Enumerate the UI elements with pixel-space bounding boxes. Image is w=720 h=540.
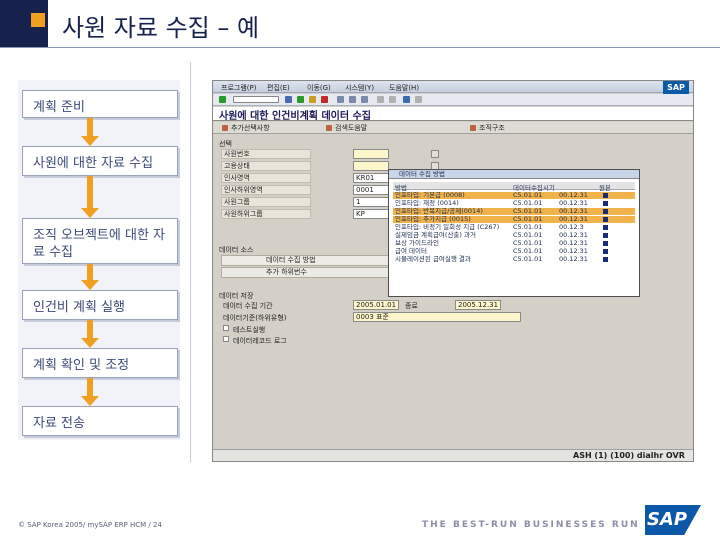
test-run-label: 테스트실행 bbox=[233, 326, 266, 334]
menu-program[interactable]: 프로그램(P) bbox=[221, 83, 256, 93]
field-label-employee-subgroup: 사원하위그룹 bbox=[221, 209, 311, 219]
table-row[interactable]: 인포타입: 기본급 (0008) C5.01.01 00.12.31 bbox=[393, 192, 635, 199]
menu-bar: 프로그램(P) 편집(E) 이동(G) 시스템(Y) 도움말(H) SAP bbox=[213, 81, 693, 95]
search-help-button[interactable]: 검색도움말 bbox=[325, 123, 367, 133]
table-row[interactable]: 실제임금 계획급여(산출) 과거 C5.01.01 00.12.31 bbox=[393, 232, 635, 239]
test-run-checkbox[interactable] bbox=[223, 325, 229, 331]
period-label: 데이터 수집 기간 bbox=[223, 302, 273, 310]
arrow-down-icon bbox=[81, 176, 99, 218]
personnel-number-input[interactable] bbox=[353, 149, 389, 159]
menu-edit[interactable]: 편집(E) bbox=[267, 83, 290, 93]
col-origin: 원본 bbox=[599, 184, 611, 192]
sap-logo-large: SAP bbox=[645, 505, 701, 535]
arrow-down-icon bbox=[81, 378, 99, 406]
table-row[interactable]: 인포타입: 반복지급/공제(0014) C5.01.01 00.12.31 bbox=[393, 208, 635, 215]
standard-toolbar bbox=[213, 94, 693, 106]
application-toolbar: 추가선택사항 검색도움말 조직구조 bbox=[213, 122, 693, 134]
employee-group-input[interactable]: 1 bbox=[353, 197, 389, 207]
checkbox-icon[interactable] bbox=[603, 257, 608, 262]
header-accent-square bbox=[31, 13, 45, 27]
employee-subgroup-input[interactable]: KP bbox=[353, 209, 389, 219]
period-to-input[interactable]: 2005.12.31 bbox=[455, 300, 501, 310]
back-icon[interactable] bbox=[297, 96, 304, 103]
layout-icon[interactable] bbox=[415, 96, 422, 103]
datastore-section-title: 데이터 저장 bbox=[219, 292, 254, 300]
command-field[interactable] bbox=[233, 96, 279, 103]
checkbox-icon[interactable] bbox=[603, 217, 608, 222]
collection-method-popup: 데이터 수집 방법 방법 데이터수집시기 원본 인포타입: 기본급 (0008)… bbox=[388, 169, 640, 297]
field-label-employee-group: 사원그룹 bbox=[221, 197, 311, 207]
exit-icon[interactable] bbox=[309, 96, 316, 103]
field-label-personnel-number: 사원번호 bbox=[221, 149, 311, 159]
print-icon[interactable] bbox=[337, 96, 344, 103]
sap-logo: SAP bbox=[663, 81, 689, 95]
record-log-label: 데이터레코드 로그 bbox=[233, 337, 287, 345]
basis-label: 데이터기준(하위유형) bbox=[223, 314, 287, 322]
checkbox-icon[interactable] bbox=[603, 209, 608, 214]
table-row[interactable]: 시뮬레이션된 급여실행 결과 C5.01.01 00.12.31 bbox=[393, 256, 635, 263]
status-bar: ASH (1) (100) dialhr OVR bbox=[213, 449, 693, 461]
status-info: ASH (1) (100) dialhr OVR bbox=[573, 451, 685, 460]
personnel-subarea-input[interactable]: 0001 bbox=[353, 185, 389, 195]
more-selections-button[interactable]: 추가선택사항 bbox=[221, 123, 270, 133]
menu-system[interactable]: 시스템(Y) bbox=[345, 83, 374, 93]
menu-goto[interactable]: 이동(G) bbox=[307, 83, 331, 93]
employment-status-input[interactable] bbox=[353, 161, 389, 171]
step-transfer-data: 자료 전송 bbox=[22, 406, 178, 436]
arrow-down-icon bbox=[81, 264, 99, 290]
record-log-checkbox[interactable] bbox=[223, 336, 229, 342]
menu-help[interactable]: 도움말(H) bbox=[389, 83, 419, 93]
period-to-label: 종료 bbox=[405, 302, 418, 310]
enter-icon[interactable] bbox=[219, 96, 226, 103]
page-icon[interactable] bbox=[361, 96, 368, 103]
help-icon[interactable] bbox=[403, 96, 410, 103]
cancel-icon[interactable] bbox=[321, 96, 328, 103]
header-divider bbox=[0, 47, 720, 48]
checkbox-icon[interactable] bbox=[603, 193, 608, 198]
step-plan-prep: 계획 준비 bbox=[22, 90, 178, 118]
footer-tagline: THE BEST-RUN BUSINESSES RUN SAP bbox=[422, 520, 671, 530]
vertical-divider bbox=[190, 62, 191, 462]
arrow-down-icon bbox=[81, 118, 99, 146]
checkbox-icon[interactable] bbox=[603, 201, 608, 206]
datasource-section-title: 데이터 소스 bbox=[219, 246, 254, 254]
step-check-adjust: 계획 확인 및 조정 bbox=[22, 348, 178, 378]
slide-title: 사원 자료 수집 – 예 bbox=[62, 14, 260, 42]
step-employee-data: 사원에 대한 자료 수집 bbox=[22, 146, 178, 176]
field-label-personnel-subarea: 인사하위영역 bbox=[221, 185, 311, 195]
arrow-down-icon bbox=[81, 320, 99, 348]
popup-title: 데이터 수집 방법 bbox=[389, 170, 639, 179]
field-label-personnel-area: 인사영역 bbox=[221, 173, 311, 183]
selection-section-title: 선택 bbox=[219, 140, 232, 148]
basis-select[interactable]: 0003 표준 bbox=[353, 312, 521, 322]
table-row[interactable]: 인포타입: 추가지급 (0015) C5.01.01 00.12.31 bbox=[393, 216, 635, 223]
step-run-cost-plan: 인건비 계획 실행 bbox=[22, 290, 178, 320]
step-org-object-data: 조직 오브젝트에 대한 자료 수집 bbox=[22, 218, 178, 264]
field-label-employment-status: 고용상태 bbox=[221, 161, 311, 171]
multiple-selection-icon[interactable] bbox=[431, 150, 439, 158]
screen-title-bar: 사원에 대한 인건비계획 데이터 수집 bbox=[213, 107, 693, 122]
checkbox-icon[interactable] bbox=[603, 249, 608, 254]
table-row[interactable]: 급여 데이터 C5.01.01 00.12.31 bbox=[393, 248, 635, 255]
footer-copyright: © SAP Korea 2005/ mySAP ERP HCM / 24 bbox=[18, 521, 162, 529]
checkbox-icon[interactable] bbox=[603, 241, 608, 246]
save-icon[interactable] bbox=[285, 96, 292, 103]
screen-title: 사원에 대한 인건비계획 데이터 수집 bbox=[219, 111, 371, 122]
table-row[interactable]: 인포타입: 재정 (0014) C5.01.01 00.12.31 bbox=[393, 200, 635, 207]
org-structure-button[interactable]: 조직구조 bbox=[469, 123, 505, 133]
period-from-input[interactable]: 2005.01.01 bbox=[353, 300, 399, 310]
table-row[interactable]: 보상 가이드라인 C5.01.01 00.12.31 bbox=[393, 240, 635, 247]
session-icon[interactable] bbox=[377, 96, 384, 103]
checkbox-icon[interactable] bbox=[603, 225, 608, 230]
find-icon[interactable] bbox=[349, 96, 356, 103]
popup-table-header: 방법 데이터수집시기 원본 bbox=[393, 182, 635, 192]
shortcut-icon[interactable] bbox=[389, 96, 396, 103]
personnel-area-input[interactable]: KR01 bbox=[353, 173, 389, 183]
table-row[interactable]: 인포타입: 비정기 일회성 지급 (C267) C5.01.01 00.12.3 bbox=[393, 224, 635, 231]
checkbox-icon[interactable] bbox=[603, 233, 608, 238]
